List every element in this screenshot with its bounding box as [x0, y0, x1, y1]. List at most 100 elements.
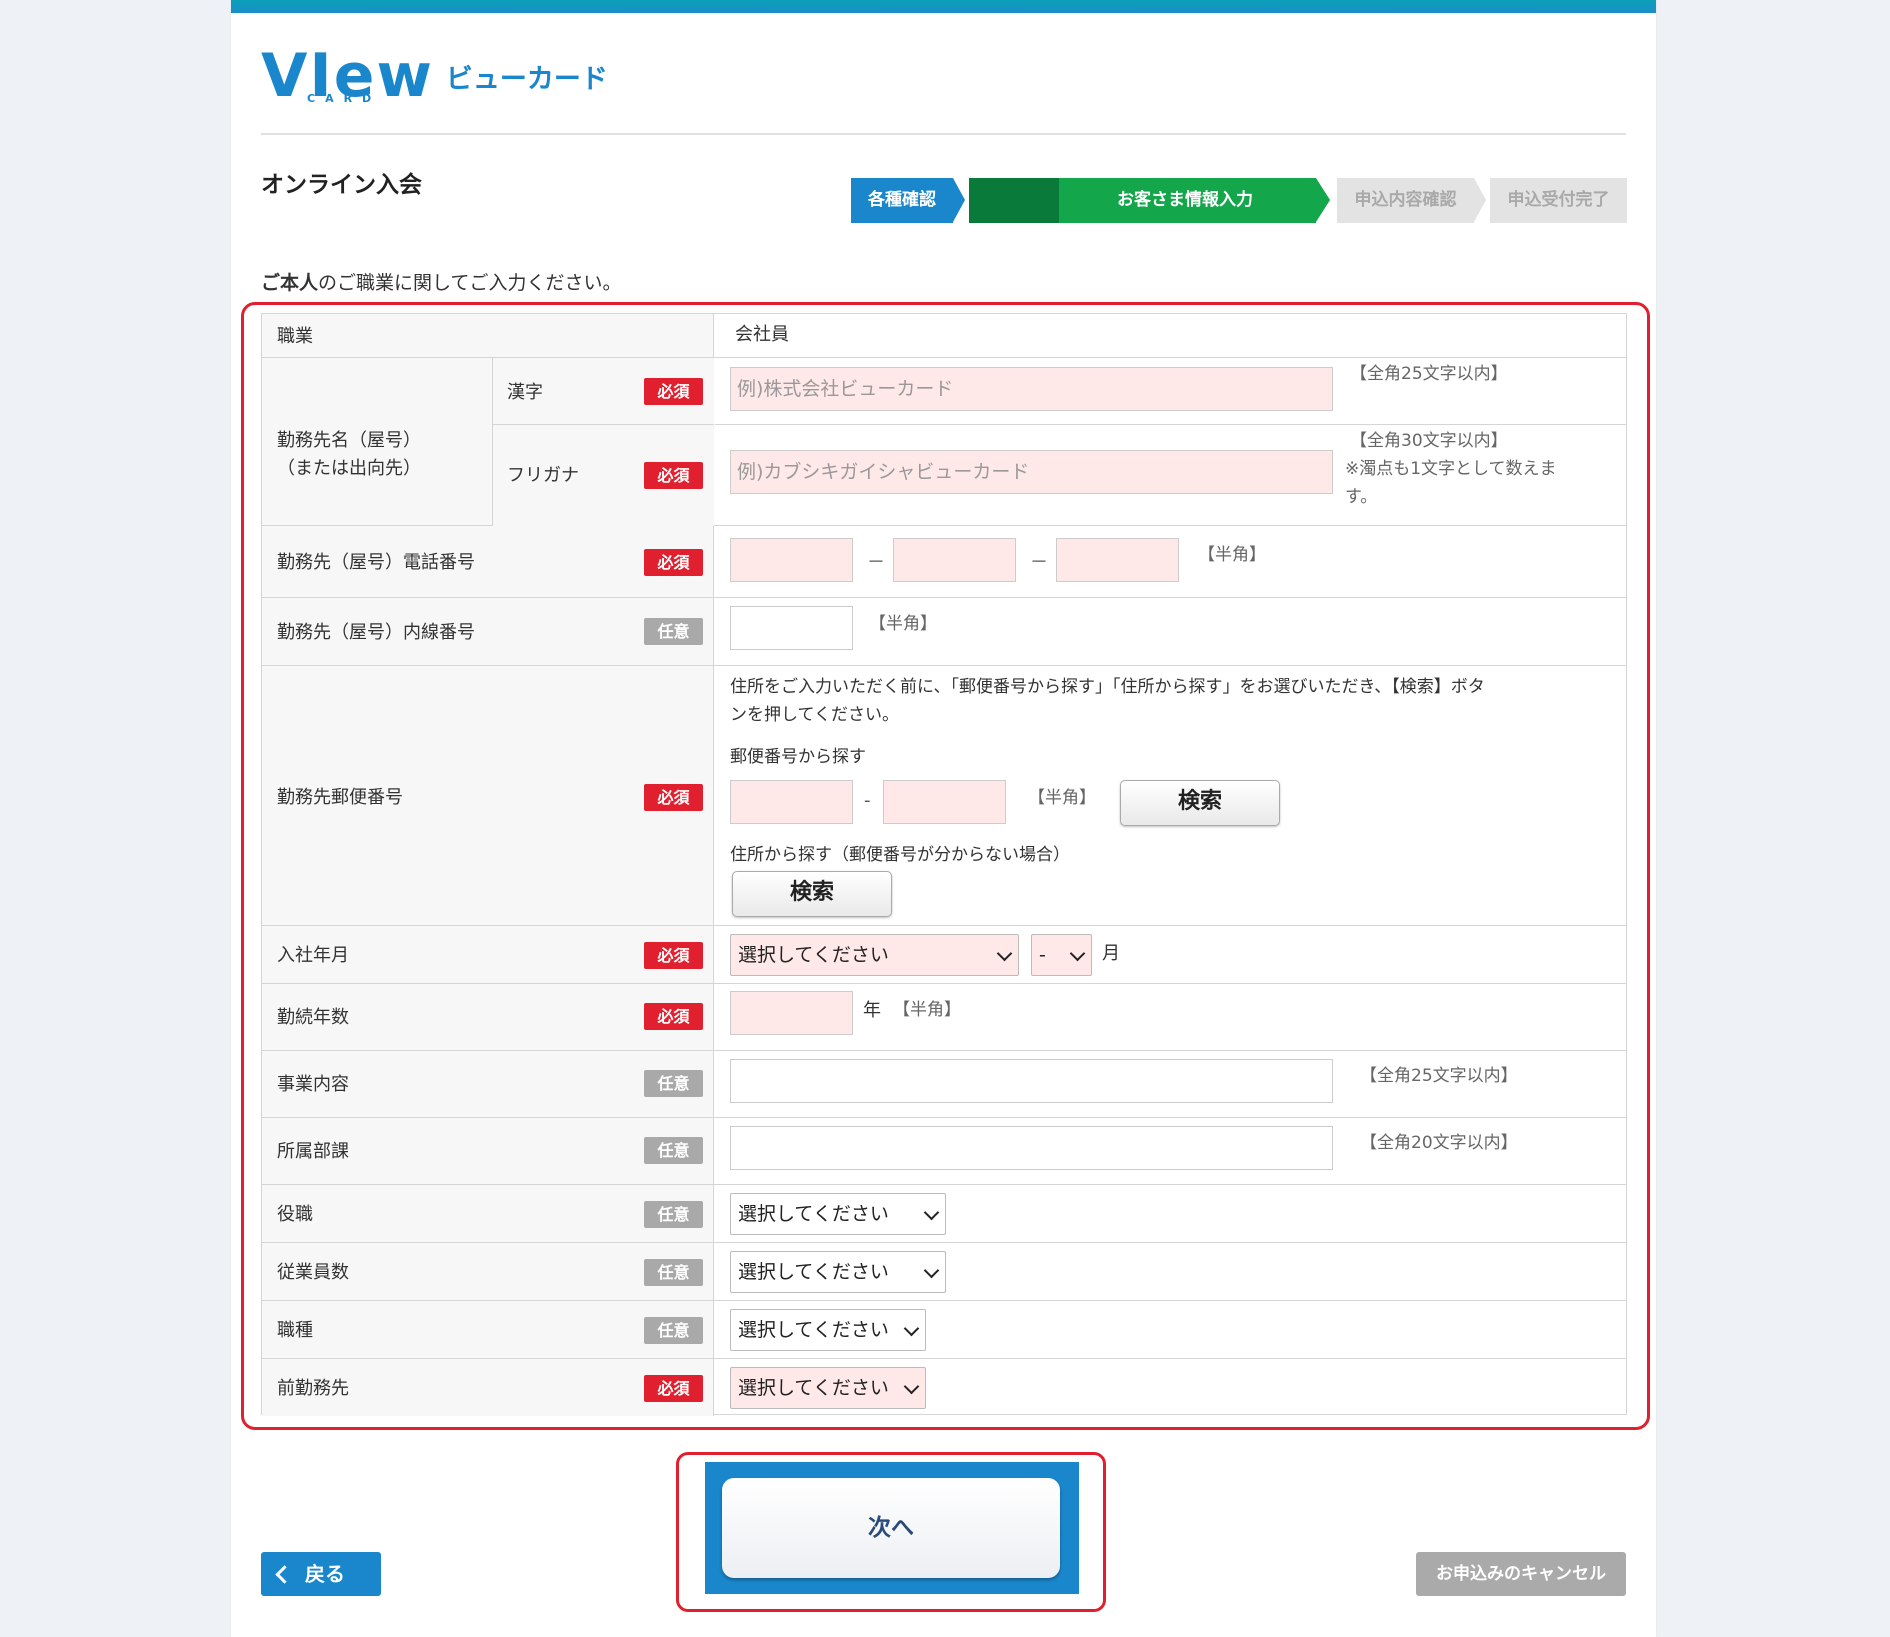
- extension-hint: 【半角】: [869, 614, 937, 634]
- label-kanji: 漢字: [507, 382, 543, 403]
- logo-kana: ビューカード: [445, 64, 608, 95]
- employment-form: 職業 会社員 勤務先名（屋号） （または出向先） 漢字 フリガナ 必須 必須 例…: [261, 313, 1627, 1416]
- employer-furigana-input[interactable]: 例)カブシキガイシャビューカード: [730, 450, 1333, 494]
- instruction-rest: のご職業に関してご入力ください。: [318, 272, 622, 294]
- badge-optional: 任意: [644, 1317, 703, 1344]
- label-extension: 勤務先（屋号）内線番号: [277, 622, 475, 643]
- chevron-down-icon: [996, 945, 1013, 962]
- by-address-label: 住所から探す（郵便番号が分からない場合）: [730, 845, 1070, 865]
- back-button[interactable]: 戻る: [261, 1552, 381, 1596]
- badge-optional: 任意: [644, 618, 703, 645]
- label-business: 事業内容: [277, 1074, 349, 1095]
- position-select[interactable]: 選択してください: [730, 1193, 946, 1235]
- row-years: 勤続年数 必須 年 【半角】: [262, 984, 1626, 1051]
- step-1: 各種確認: [851, 178, 965, 223]
- step-3: 申込内容確認: [1337, 178, 1486, 223]
- business-hint: 【全角25文字以内】: [1360, 1066, 1518, 1086]
- label-postal: 勤務先郵便番号: [277, 787, 403, 808]
- join-year-value: 選択してください: [738, 944, 889, 966]
- chevron-down-icon: [903, 1378, 920, 1395]
- join-month-value: -: [1039, 944, 1046, 966]
- phone-part-2-input[interactable]: [893, 538, 1016, 582]
- join-year-select[interactable]: 選択してください: [730, 934, 1019, 976]
- furigana-hint-3: す。: [1345, 487, 1378, 507]
- years-hint: 【半角】: [893, 1000, 961, 1020]
- label-furigana: フリガナ: [507, 465, 579, 486]
- phone-hint: 【半角】: [1198, 545, 1266, 565]
- job-type-select[interactable]: 選択してください: [730, 1309, 926, 1351]
- postal-part-1-input[interactable]: [730, 780, 853, 824]
- phone-part-1-input[interactable]: [730, 538, 853, 582]
- phone-separator: －: [867, 552, 885, 573]
- phone-part-3-input[interactable]: [1056, 538, 1179, 582]
- previous-employer-select[interactable]: 選択してください: [730, 1367, 926, 1409]
- chevron-left-icon: [275, 1565, 294, 1584]
- position-value: 選択してください: [738, 1203, 889, 1225]
- chevron-down-icon: [923, 1262, 940, 1279]
- badge-required: 必須: [644, 1003, 703, 1030]
- postal-separator: -: [864, 790, 871, 811]
- department-input[interactable]: [730, 1126, 1333, 1170]
- instruction-bold: ご本人: [261, 272, 319, 294]
- badge-required: 必須: [644, 462, 703, 489]
- row-occupation: 職業 会社員: [262, 314, 1626, 358]
- row-postal: 勤務先郵便番号 必須 住所をご入力いただく前に、「郵便番号から探す」「住所から探…: [262, 666, 1626, 926]
- badge-optional: 任意: [644, 1070, 703, 1097]
- row-job-type: 職種 任意 選択してください: [262, 1301, 1626, 1359]
- postal-hint: 【半角】: [1028, 788, 1096, 808]
- label-job-type: 職種: [277, 1320, 313, 1341]
- years-input[interactable]: [730, 991, 853, 1035]
- row-department: 所属部課 任意 【全角20文字以内】: [262, 1118, 1626, 1185]
- next-button[interactable]: 次へ: [722, 1478, 1060, 1578]
- years-unit: 年: [863, 1000, 881, 1021]
- label-employees: 従業員数: [277, 1262, 349, 1283]
- postal-search-button[interactable]: 検索: [1120, 780, 1280, 826]
- label-previous-employer: 前勤務先: [277, 1378, 349, 1399]
- address-search-button[interactable]: 検索: [732, 871, 892, 917]
- step-2-current: お客さま情報入力: [969, 178, 1330, 223]
- cancel-application-button[interactable]: お申込みのキャンセル: [1416, 1552, 1626, 1596]
- instruction-text: ご本人のご職業に関してご入力ください。: [261, 268, 621, 295]
- furigana-hint-2: ※濁点も1文字として数えま: [1345, 459, 1557, 479]
- label-employer-name-2: （または出向先）: [277, 458, 421, 479]
- extension-input[interactable]: [730, 606, 853, 650]
- row-business: 事業内容 任意 【全角25文字以内】: [262, 1051, 1626, 1118]
- badge-required: 必須: [644, 549, 703, 576]
- page-title: オンライン入会: [261, 172, 422, 198]
- badge-required: 必須: [644, 378, 703, 405]
- header-divider: [261, 133, 1626, 135]
- step-4: 申込受付完了: [1490, 178, 1627, 223]
- postal-part-2-input[interactable]: [883, 780, 1006, 824]
- badge-optional: 任意: [644, 1137, 703, 1164]
- postal-note-2: ンを押してください。: [730, 705, 899, 725]
- row-employer-phone: 勤務先（屋号）電話番号 必須 － － 【半角】: [262, 526, 1626, 598]
- label-employer-phone: 勤務先（屋号）電話番号: [277, 552, 475, 573]
- step-2-label: お客さま情報入力: [1117, 190, 1253, 210]
- business-input[interactable]: [730, 1059, 1333, 1103]
- row-employer-name: 勤務先名（屋号） （または出向先） 漢字 フリガナ 必須 必須 例)株式会社ビュ…: [262, 358, 1626, 526]
- label-position: 役職: [277, 1204, 313, 1225]
- employer-kanji-input[interactable]: 例)株式会社ビューカード: [730, 367, 1333, 411]
- row-join-date: 入社年月 必須 選択してください - 月: [262, 926, 1626, 984]
- phone-separator: －: [1030, 552, 1048, 573]
- chevron-down-icon: [923, 1204, 940, 1221]
- row-extension: 勤務先（屋号）内線番号 任意 【半角】: [262, 598, 1626, 666]
- badge-required: 必須: [644, 784, 703, 811]
- view-card-logo[interactable]: VIew CARD ビューカード: [261, 40, 608, 106]
- employees-select[interactable]: 選択してください: [730, 1251, 946, 1293]
- back-label: 戻る: [305, 1562, 345, 1586]
- kanji-hint: 【全角25文字以内】: [1350, 364, 1508, 384]
- month-unit: 月: [1102, 943, 1120, 964]
- department-hint: 【全角20文字以内】: [1360, 1133, 1518, 1153]
- row-position: 役職 任意 選択してください: [262, 1185, 1626, 1243]
- chevron-down-icon: [903, 1320, 920, 1337]
- badge-optional: 任意: [644, 1201, 703, 1228]
- occupation-value: 会社員: [735, 324, 789, 345]
- job-type-value: 選択してください: [738, 1319, 889, 1341]
- label-department: 所属部課: [277, 1141, 349, 1162]
- join-month-select[interactable]: -: [1031, 934, 1092, 976]
- badge-required: 必須: [644, 942, 703, 969]
- label-employer-name-1: 勤務先名（屋号）: [277, 430, 421, 451]
- postal-note-1: 住所をご入力いただく前に、「郵便番号から探す」「住所から探す」をお選びいただき、…: [730, 677, 1485, 697]
- row-employees: 従業員数 任意 選択してください: [262, 1243, 1626, 1301]
